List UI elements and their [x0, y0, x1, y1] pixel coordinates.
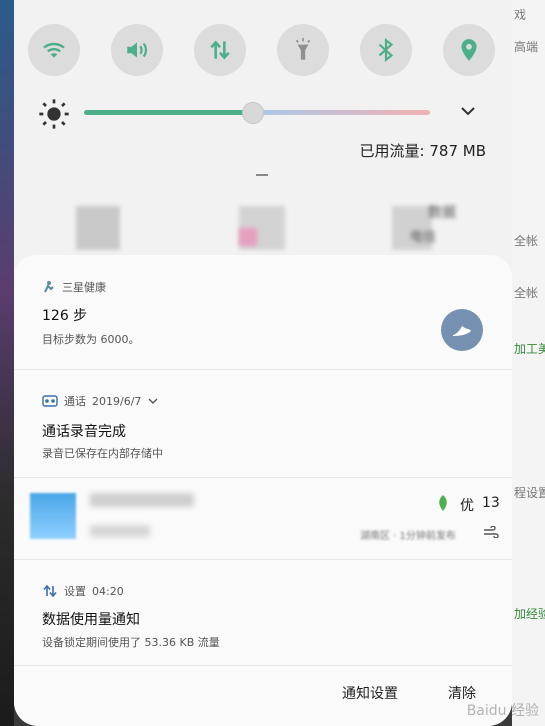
- slider-knob[interactable]: [242, 102, 264, 124]
- leaf-icon: [439, 495, 447, 511]
- bg-text: 全帐: [514, 286, 539, 300]
- app-name: 三星健康: [62, 281, 106, 294]
- expand-chevron-icon[interactable]: [459, 104, 477, 118]
- wind-icon: [484, 526, 499, 538]
- notifications-list: 三星健康 126 步 目标步数为 6000。 通话 2019/6/7 通话录音完…: [14, 255, 512, 726]
- mobile-data-toggle[interactable]: [194, 24, 246, 76]
- shoe-button[interactable]: [441, 309, 483, 351]
- notification-subtitle: 目标步数为 6000。: [42, 333, 140, 346]
- wifi-toggle[interactable]: [28, 24, 80, 76]
- divider: [14, 477, 512, 478]
- divider: [14, 559, 512, 560]
- app-line: 设置 04:20: [42, 583, 124, 599]
- location-toggle[interactable]: [443, 24, 495, 76]
- blurred-text: [90, 525, 150, 537]
- chevron-down-icon[interactable]: [147, 396, 159, 406]
- bg-text: 加经验: [514, 607, 545, 621]
- flashlight-icon: [295, 38, 311, 60]
- app-line: 通话 2019/6/7: [42, 393, 159, 409]
- data-arrows-icon: [43, 584, 57, 598]
- app-name: 设置: [64, 585, 86, 598]
- slider-track: [252, 110, 430, 115]
- brightness-icon: [39, 99, 69, 129]
- data-usage-text: 已用流量: 787 MB: [359, 142, 486, 160]
- aqi-label: 优: [460, 498, 474, 514]
- watermark: Baidu 经验: [466, 703, 539, 719]
- quick-settings: [28, 24, 498, 80]
- bluetooth-toggle[interactable]: [360, 24, 412, 76]
- weather-meta: 湖南区 · 1分钟前发布: [360, 531, 456, 542]
- app-line: 三星健康: [42, 279, 106, 295]
- bg-text: 高端: [514, 40, 539, 54]
- drag-handle[interactable]: [256, 174, 268, 176]
- bg-text: 程设置: [514, 486, 545, 500]
- background-right: 戏 高端 全帐 全帐 加工美 程设置 加经验: [512, 0, 545, 726]
- notification-subtitle: 设备锁定期间使用了 53.36 KB 流量: [42, 636, 220, 649]
- shoe-icon: [453, 326, 471, 336]
- notification-subtitle: 录音已保存在内部存储中: [42, 447, 163, 460]
- notification-date: 2019/6/7: [92, 394, 142, 408]
- blurred-label: 数据: [428, 205, 456, 221]
- bg-text: 全帐: [514, 234, 539, 248]
- health-app-icon: [44, 281, 54, 293]
- divider: [14, 665, 512, 666]
- background-left: [0, 0, 14, 726]
- notification-time: 04:20: [92, 584, 124, 598]
- blurred-icon: [239, 228, 257, 246]
- wifi-icon: [43, 42, 65, 58]
- notification-title: 通话录音完成: [42, 424, 126, 440]
- app-name: 通话: [64, 395, 86, 408]
- data-icon: [210, 40, 230, 60]
- blurred-label: 电信: [410, 230, 437, 245]
- sound-icon: [127, 42, 148, 58]
- flashlight-toggle[interactable]: [277, 24, 329, 76]
- notification-title: 126 步: [42, 308, 88, 324]
- sound-toggle[interactable]: [111, 24, 163, 76]
- bluetooth-icon: [378, 37, 394, 63]
- recorder-icon: [42, 395, 58, 407]
- blurred-text: [90, 493, 194, 507]
- notification-title: 数据使用量通知: [42, 612, 140, 628]
- divider: [14, 369, 512, 370]
- notification-panel: 已用流量: 787 MB 数据 电信 三星健康 126 步 目标步数为 6000…: [14, 0, 512, 726]
- blurred-icon: [76, 206, 120, 250]
- weather-icon: [30, 493, 76, 539]
- bg-text: 加工美: [514, 342, 545, 356]
- brightness-slider[interactable]: [84, 102, 430, 124]
- bg-text: 戏: [514, 8, 527, 22]
- aqi-value: 13: [482, 495, 500, 511]
- notification-settings-button[interactable]: 通知设置: [342, 683, 398, 703]
- slider-fill: [84, 110, 252, 115]
- location-icon: [461, 39, 477, 61]
